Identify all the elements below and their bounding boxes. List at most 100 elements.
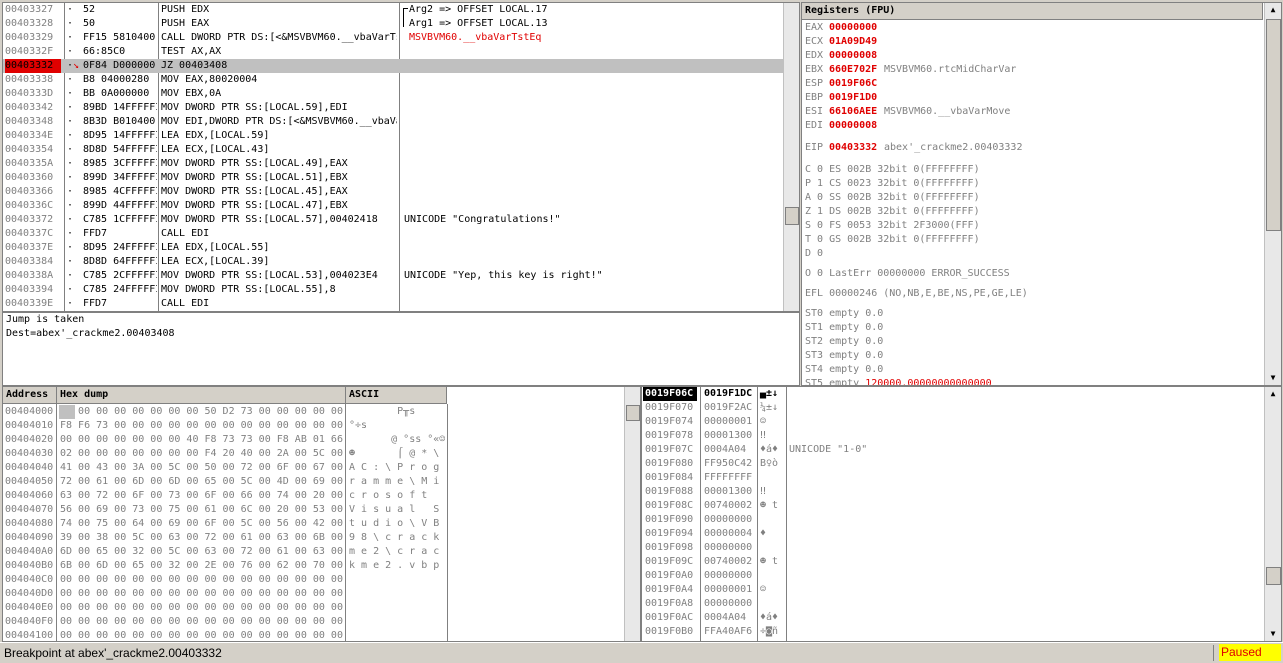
dump-row[interactable]: 00404060 63 00 72 00 6F 00 73 00 6F 00 66…: [3, 489, 640, 503]
stack-scroll-down-arrow-icon[interactable]: ▼: [1266, 627, 1280, 641]
dump-scroll-thumb[interactable]: [626, 405, 640, 421]
disasm-row[interactable]: 0040337E · 8D95 24FFFFFI LEA EDX,[LOCAL.55]: [3, 241, 799, 255]
disasm-row[interactable]: 00403332 · 0F84 D000000(JZ 00403408: [3, 59, 799, 73]
dump-row[interactable]: 00404090 39 00 38 00 5C 00 63 00 72 00 61…: [3, 531, 640, 545]
registers-scrollbar[interactable]: ▲ ▼: [1264, 3, 1281, 385]
registers-scroll-thumb[interactable]: [1266, 19, 1281, 231]
dump-row[interactable]: 00404000 00 00 00 00 00 00 00 00 50 D2 73…: [3, 405, 640, 419]
dump-row[interactable]: 00404100 00 00 00 00 00 00 00 00 00 00 00…: [3, 629, 640, 641]
flag-row[interactable]: C 0 ES 002B 32bit 0(FFFFFFFF): [805, 163, 1281, 177]
dump-row[interactable]: 00404050 72 00 61 00 6D 00 6D 00 65 00 5C…: [3, 475, 640, 489]
register-eax[interactable]: EAX 00000000: [802, 21, 1281, 35]
register-ecx[interactable]: ECX 01A09D49: [802, 35, 1281, 49]
register-ebp[interactable]: EBP 0019F1D0: [802, 91, 1281, 105]
flag-row[interactable]: D 0: [805, 247, 1281, 261]
disasm-row[interactable]: 0040339E · FFD7 CALL EDI: [3, 297, 799, 311]
disasm-row[interactable]: 00403348 · 8B3D B010400(MOV EDI,DWORD PTR …: [3, 115, 799, 129]
stack-row[interactable]: 0019F09C 00740002 ☻ t: [642, 555, 1281, 569]
disasm-row[interactable]: 0040335A · 8985 3CFFFFFI MOV DWORD PTR SS:[…: [3, 157, 799, 171]
register-ebx[interactable]: EBX 660E702F MSVBVM60.rtcMidCharVar: [802, 63, 1281, 77]
scroll-up-arrow-icon[interactable]: ▲: [1266, 3, 1280, 17]
fpu-row[interactable]: ST4 empty 0.0: [805, 363, 1281, 377]
register-value[interactable]: 00000008: [829, 119, 883, 133]
disasm-row[interactable]: 00403394 · C785 24FFFFFI MOV DWORD PTR SS:[…: [3, 283, 799, 297]
register-edx[interactable]: EDX 00000008: [802, 49, 1281, 63]
fpu-row[interactable]: ST1 empty 0.0: [805, 321, 1281, 335]
stack-row[interactable]: 0019F070 0019F2AC ¼±↓: [642, 401, 1281, 415]
dump-pane[interactable]: Address Hex dump ASCII 00404000 00 00 00 …: [2, 386, 641, 642]
stack-row[interactable]: 0019F0A8 00000000: [642, 597, 1281, 611]
stack-row[interactable]: 0019F080 FF950C42 B♀ò: [642, 457, 1281, 471]
disassembly-scrollbar[interactable]: [783, 3, 799, 311]
disassembly-scroll-thumb[interactable]: [785, 207, 799, 225]
flag-row[interactable]: O 0 LastErr 00000000 ERROR_SUCCESS: [805, 267, 1281, 281]
dump-header-hex[interactable]: Hex dump: [57, 387, 346, 404]
stack-row[interactable]: 0019F0A4 00000001 ☺: [642, 583, 1281, 597]
fpu-row[interactable]: ST2 empty 0.0: [805, 335, 1281, 349]
register-esp[interactable]: ESP 0019F06C: [802, 77, 1281, 91]
register-edi[interactable]: EDI 00000008: [802, 119, 1281, 133]
disassembly-pane[interactable]: 00403327 · 52 PUSH EDX Arg2 => OFFSET LOCAL.…: [2, 2, 800, 312]
stack-row[interactable]: 0019F08C 00740002 ☻ t: [642, 499, 1281, 513]
stack-row[interactable]: 0019F074 00000001 ☺: [642, 415, 1281, 429]
dump-scrollbar[interactable]: [624, 387, 640, 641]
stack-row[interactable]: 0019F0A0 00000000: [642, 569, 1281, 583]
stack-scrollbar[interactable]: ▲ ▼: [1264, 387, 1281, 641]
disasm-row[interactable]: 00403384 · 8D8D 64FFFFFI LEA ECX,[LOCAL.39]: [3, 255, 799, 269]
disasm-row[interactable]: 00403372 · C785 1CFFFFFI MOV DWORD PTR SS:[…: [3, 213, 799, 227]
register-value[interactable]: 660E702F: [829, 63, 883, 77]
fpu-row[interactable]: ST0 empty 0.0: [805, 307, 1281, 321]
dump-row[interactable]: 00404070 56 00 69 00 73 00 75 00 61 00 6C…: [3, 503, 640, 517]
dump-row[interactable]: 00404080 74 00 75 00 64 00 69 00 6F 00 5C…: [3, 517, 640, 531]
stack-row[interactable]: 0019F0B0 FFA40AF6 ÷◙ñ: [642, 625, 1281, 639]
stack-row[interactable]: 0019F078 00001300 ‼: [642, 429, 1281, 443]
fpu-row[interactable]: ST3 empty 0.0: [805, 349, 1281, 363]
fpu-row[interactable]: ST5 empty 120000.00000000000000: [805, 377, 1281, 385]
stack-pane[interactable]: 0019F06C 0019F1DC ▄±↓ 0019F070 0019F2AC ¼±…: [641, 386, 1282, 642]
register-esi[interactable]: ESI 66106AEE MSVBVM60.__vbaVarMove: [802, 105, 1281, 119]
stack-scroll-thumb[interactable]: [1266, 567, 1281, 585]
disasm-row[interactable]: 00403342 · 89BD 14FFFFFI MOV DWORD PTR SS:[…: [3, 101, 799, 115]
flag-row[interactable]: T 0 GS 002B 32bit 0(FFFFFFFF): [805, 233, 1281, 247]
register-value[interactable]: 66106AEE: [829, 105, 883, 119]
disasm-row[interactable]: 00403329 · FF15 5810400(CALL DWORD PTR DS:…: [3, 31, 799, 45]
flag-row[interactable]: S 0 FS 0053 32bit 2F3000(FFF): [805, 219, 1281, 233]
scroll-down-arrow-icon[interactable]: ▼: [1266, 371, 1280, 385]
stack-row[interactable]: 0019F0AC 0004A04 ♦á♦: [642, 611, 1281, 625]
flag-row[interactable]: Z 1 DS 002B 32bit 0(FFFFFFFF): [805, 205, 1281, 219]
register-value[interactable]: 00000000: [829, 21, 883, 35]
dump-header-ascii[interactable]: ASCII: [346, 387, 447, 404]
disasm-row[interactable]: 00403366 · 8985 4CFFFFFI MOV DWORD PTR SS:[…: [3, 185, 799, 199]
stack-scroll-up-arrow-icon[interactable]: ▲: [1266, 387, 1280, 401]
dump-row[interactable]: 00404030 02 00 00 00 00 00 00 00 F4 20 40…: [3, 447, 640, 461]
stack-top-ascii[interactable]: ▄±↓: [760, 387, 778, 401]
disasm-row[interactable]: 00403360 · 899D 34FFFFFI MOV DWORD PTR SS:[…: [3, 171, 799, 185]
disasm-row[interactable]: 00403327 · 52 PUSH EDX Arg2 => OFFSET LOCAL.…: [3, 3, 799, 17]
dump-header-address[interactable]: Address: [3, 387, 57, 404]
register-value[interactable]: 0019F1D0: [829, 91, 883, 105]
register-eip[interactable]: EIP 00403332 abex'_crackme2.00403332: [802, 141, 1281, 155]
registers-pane[interactable]: Registers (FPU) EAX 00000000 ECX 01A09D49 ED…: [801, 2, 1282, 386]
flag-row[interactable]: A 0 SS 002B 32bit 0(FFFFFFFF): [805, 191, 1281, 205]
disasm-row[interactable]: 0040333D · BB 0A000000 MOV EBX,0A: [3, 87, 799, 101]
stack-top-address[interactable]: 0019F06C: [643, 387, 697, 401]
stack-row[interactable]: 0019F088 00001300 ‼: [642, 485, 1281, 499]
disasm-row[interactable]: 0040334E · 8D95 14FFFFFI LEA EDX,[LOCAL.59]: [3, 129, 799, 143]
dump-row[interactable]: 004040A0 6D 00 65 00 32 00 5C 00 63 00 72…: [3, 545, 640, 559]
dump-row[interactable]: 00404020 00 00 00 00 00 00 00 40 F8 73 73…: [3, 433, 640, 447]
disasm-row[interactable]: 0040332F · 66:85C0 TEST AX,AX: [3, 45, 799, 59]
dump-row[interactable]: 004040C0 00 00 00 00 00 00 00 00 00 00 00…: [3, 573, 640, 587]
stack-row[interactable]: 0019F094 00000004 ♦: [642, 527, 1281, 541]
disasm-row[interactable]: 00403328 · 50 PUSH EAX Arg1 => OFFSET LOCAL.…: [3, 17, 799, 31]
stack-top-value[interactable]: 0019F1DC: [704, 387, 752, 401]
disasm-row[interactable]: 0040336C · 899D 44FFFFFI MOV DWORD PTR SS:[…: [3, 199, 799, 213]
dump-row[interactable]: 00404010 F8 F6 73 00 00 00 00 00 00 00 00…: [3, 419, 640, 433]
dump-row[interactable]: 004040B0 6B 00 6D 00 65 00 32 00 2E 00 76…: [3, 559, 640, 573]
disasm-row[interactable]: 00403338 · B8 04000280 MOV EAX,80020004: [3, 73, 799, 87]
register-value[interactable]: 0019F06C: [829, 77, 883, 91]
register-value[interactable]: 00403332: [829, 141, 883, 155]
stack-row[interactable]: 0019F090 00000000: [642, 513, 1281, 527]
stack-row[interactable]: 0019F084 FFFFFFFF: [642, 471, 1281, 485]
dump-row[interactable]: 004040E0 00 00 00 00 00 00 00 00 00 00 00…: [3, 601, 640, 615]
flag-row[interactable]: P 1 CS 0023 32bit 0(FFFFFFFF): [805, 177, 1281, 191]
